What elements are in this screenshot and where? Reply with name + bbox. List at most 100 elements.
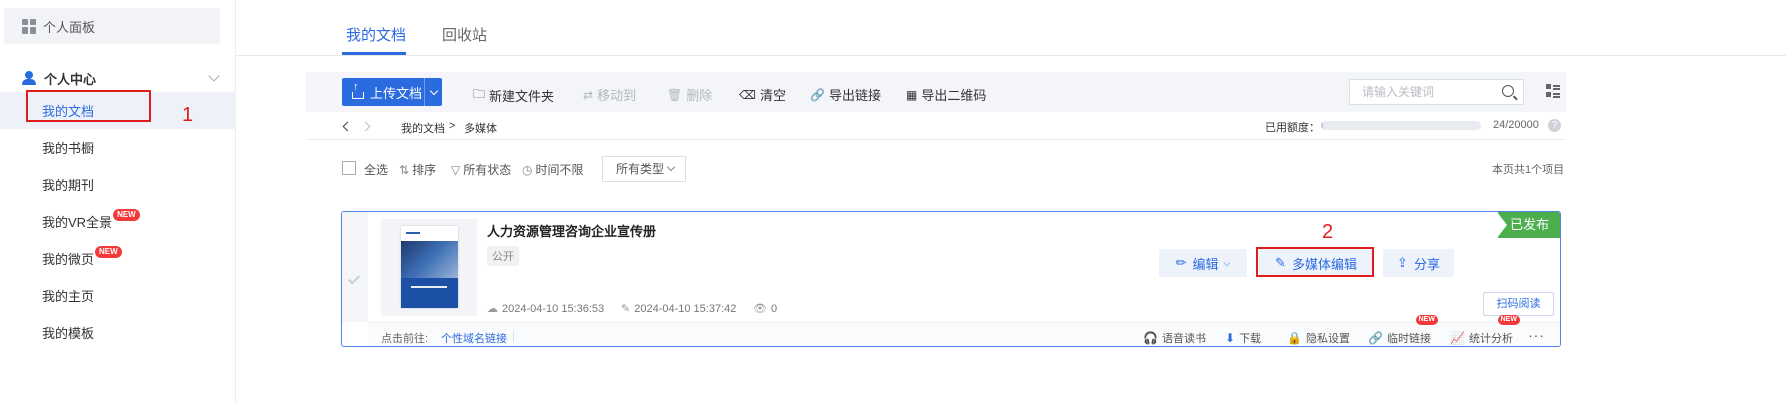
privacy-settings-label: 隐私设置	[1305, 333, 1350, 345]
back-arrow-icon[interactable]	[342, 121, 353, 132]
export-qr-label: 导出二维码	[921, 88, 987, 103]
upload-dropdown-toggle[interactable]	[424, 78, 442, 106]
dashboard-grid-icon	[22, 18, 37, 34]
view-count: 👁 0	[753, 302, 778, 316]
custom-domain-link[interactable]: 个性域名链接	[441, 330, 507, 346]
link-icon: 🔗	[810, 87, 825, 102]
sidebar-personal-panel[interactable]: 个人面板	[4, 8, 220, 44]
sidebar-item-label: 我的模板	[42, 326, 95, 341]
share-button[interactable]: ⇪ 分享	[1383, 249, 1454, 277]
new-badge: NEW	[113, 208, 140, 221]
clock-icon: ◷	[522, 162, 533, 177]
statistics-button[interactable]: 📈 统计分析 NEW	[1450, 315, 1520, 346]
help-icon[interactable]: ?	[1548, 119, 1561, 132]
edit-button[interactable]: ✏ 编辑 ⌵	[1159, 249, 1247, 277]
upload-document-button[interactable]: 上传文档	[342, 78, 442, 106]
type-select-value: 所有类型	[616, 162, 665, 176]
app-root: 个人面板 个人中心 我的文档 我的书橱 我的期刊 我的VR全景 NEW 我的微页	[0, 0, 1786, 403]
trash-icon: 🗑	[667, 87, 683, 102]
sidebar-list: 我的文档 我的书橱 我的期刊 我的VR全景 NEW 我的微页 NEW 我的主页 …	[0, 92, 236, 351]
sidebar-item-label: 我的书橱	[42, 141, 95, 156]
document-title[interactable]: 人力资源管理咨询企业宣传册	[487, 221, 656, 240]
divider	[513, 331, 514, 342]
upload-icon	[352, 81, 364, 99]
voice-reading-label: 语音读书	[1161, 333, 1206, 345]
clear-label: 清空	[759, 88, 786, 103]
upload-label: 上传文档	[370, 85, 423, 101]
cloud-upload-icon: ☁	[487, 303, 498, 315]
quota-progress-bar	[1321, 121, 1481, 130]
search-box	[1349, 79, 1524, 105]
sidebar: 个人面板 个人中心 我的文档 我的书橱 我的期刊 我的VR全景 NEW 我的微页	[0, 0, 236, 403]
card-select-area[interactable]	[342, 212, 368, 322]
scan-read-button[interactable]: 扫码阅读	[1483, 292, 1554, 316]
status-label: 所有状态	[463, 163, 512, 177]
sidebar-item-my-vr[interactable]: 我的VR全景 NEW	[0, 203, 236, 240]
filter-funnel-icon: ▽	[451, 162, 461, 177]
tab-recycle-bin[interactable]: 回收站	[442, 24, 487, 45]
qr-code-icon: ▦	[906, 87, 918, 102]
search-icon[interactable]	[1502, 85, 1514, 97]
move-to-button[interactable]: ⇄ 移动到	[583, 85, 636, 104]
share-label: 分享	[1413, 256, 1440, 272]
time-filter[interactable]: ◷ 时间不限	[522, 161, 584, 178]
document-card[interactable]: 人力资源管理咨询企业宣传册 公开 ☁ 2024-04-10 15:36:53 ✎…	[341, 211, 1561, 347]
move-to-label: 移动到	[597, 88, 637, 103]
select-all-checkbox[interactable]	[342, 161, 356, 175]
view-count-value: 0	[770, 302, 778, 315]
chevron-down-icon	[429, 86, 438, 95]
sidebar-item-label: 我的主页	[42, 289, 95, 304]
sidebar-item-label: 我的VR全景	[42, 215, 113, 230]
temporary-link-button[interactable]: 🔗 临时链接 NEW	[1368, 315, 1438, 346]
modified-time-value: 2024-04-10 15:37:42	[634, 302, 737, 315]
voice-reading-button[interactable]: 🎧 语音读书	[1143, 330, 1206, 346]
check-icon	[347, 272, 361, 285]
link-icon: 🔗	[1368, 331, 1383, 345]
more-options-icon[interactable]: ···	[1528, 327, 1545, 343]
chevron-down-icon	[208, 70, 220, 82]
clear-button[interactable]: ⌫ 清空	[739, 85, 786, 104]
time-label: 时间不限	[535, 163, 584, 177]
pencil-icon: ✏	[1175, 255, 1187, 270]
temporary-link-label: 临时链接	[1386, 333, 1431, 345]
breadcrumb-root[interactable]: 我的文档	[401, 120, 445, 136]
new-folder-button[interactable]: 🗀 新建文件夹	[473, 85, 554, 106]
document-thumbnail[interactable]	[381, 219, 477, 316]
type-select[interactable]: 所有类型	[602, 156, 686, 182]
filter-row: 全选 ⇅ 排序 ▽ 所有状态 ◷ 时间不限 所有类型 本页共1个项目	[306, 152, 1566, 184]
sidebar-item-my-homepage[interactable]: 我的主页	[0, 277, 236, 314]
download-button[interactable]: ⬇ 下载	[1225, 330, 1261, 346]
sidebar-item-my-journals[interactable]: 我的期刊	[0, 166, 236, 203]
forward-arrow-icon[interactable]	[360, 121, 371, 132]
new-badge: NEW	[1497, 315, 1520, 325]
delete-button[interactable]: 🗑 删除	[667, 85, 712, 104]
select-all-label[interactable]: 全选	[364, 161, 388, 178]
search-input[interactable]	[1350, 80, 1490, 104]
sidebar-item-my-micropage[interactable]: 我的微页 NEW	[0, 240, 236, 277]
export-link-button[interactable]: 🔗 导出链接	[810, 85, 881, 104]
modified-time: ✎ 2024-04-10 15:37:42	[621, 302, 737, 316]
sidebar-item-my-bookshelf[interactable]: 我的书橱	[0, 129, 236, 166]
tab-bar: 我的文档 回收站	[236, 0, 1786, 56]
annotation-number-2: 2	[1322, 221, 1334, 243]
privacy-settings-button[interactable]: 🔒 隐私设置	[1287, 330, 1350, 346]
brochure-cover-image	[401, 226, 458, 308]
card-footer: 点击前往: 个性域名链接 🎧 语音读书 ⬇ 下载 🔒 隐私设置 🔗 临时链接 N…	[368, 315, 1560, 346]
export-link-label: 导出链接	[828, 88, 881, 103]
sidebar-item-my-templates[interactable]: 我的模板	[0, 314, 236, 351]
list-view-icon[interactable]	[1546, 84, 1560, 98]
sort-button[interactable]: ⇅ 排序	[399, 161, 436, 178]
quota-progress-fill	[1321, 121, 1323, 130]
sidebar-item-label: 我的微页	[42, 252, 95, 267]
status-filter[interactable]: ▽ 所有状态	[451, 161, 511, 178]
eye-icon: 👁	[753, 303, 767, 315]
created-time-value: 2024-04-10 15:36:53	[502, 302, 605, 315]
tab-my-documents[interactable]: 我的文档	[346, 24, 406, 45]
goto-label: 点击前往:	[381, 333, 429, 345]
edit-label: 编辑	[1192, 256, 1219, 272]
download-icon: ⬇	[1225, 331, 1236, 345]
page-item-count: 本页共1个项目	[1492, 164, 1565, 176]
export-qr-button[interactable]: ▦ 导出二维码	[906, 85, 986, 104]
share-icon: ⇪	[1397, 255, 1408, 270]
sidebar-panel-label: 个人面板	[43, 19, 96, 35]
